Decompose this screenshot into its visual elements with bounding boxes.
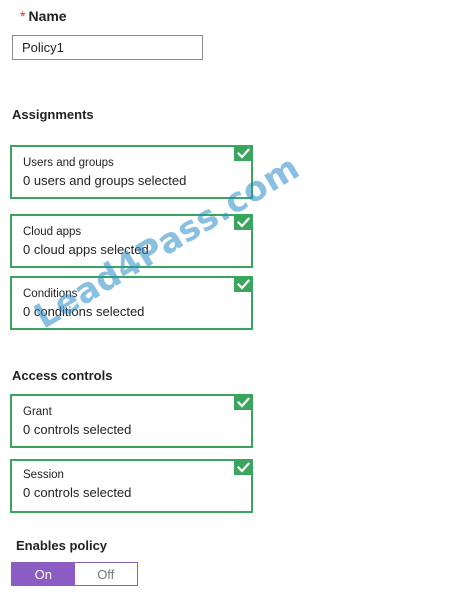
enable-policy-toggle[interactable]: On Off — [11, 562, 138, 586]
session-card[interactable]: Session 0 controls selected — [10, 459, 253, 513]
required-marker: * — [20, 8, 26, 24]
card-title: Conditions — [23, 288, 78, 300]
users-and-groups-card[interactable]: Users and groups 0 users and groups sele… — [10, 145, 253, 199]
toggle-off-option[interactable]: Off — [74, 563, 137, 585]
card-subtitle: 0 cloud apps selected — [23, 242, 149, 257]
card-subtitle: 0 controls selected — [23, 422, 132, 437]
card-title: Users and groups — [23, 157, 114, 169]
check-icon — [234, 276, 253, 292]
card-subtitle: 0 conditions selected — [23, 304, 145, 319]
card-title: Cloud apps — [23, 226, 82, 238]
name-label: * Name — [20, 8, 67, 24]
conditions-card[interactable]: Conditions 0 conditions selected — [10, 276, 253, 330]
check-icon — [234, 394, 253, 410]
card-subtitle: 0 users and groups selected — [23, 173, 187, 188]
name-label-text: Name — [28, 8, 67, 24]
check-icon — [234, 145, 253, 161]
card-title: Session — [23, 469, 64, 481]
check-icon — [234, 214, 253, 230]
assignments-heading: Assignments — [12, 107, 94, 122]
toggle-on-option[interactable]: On — [12, 563, 75, 585]
policy-name-input[interactable] — [12, 35, 203, 60]
access-controls-heading: Access controls — [12, 368, 113, 383]
check-icon — [234, 459, 253, 475]
conditional-access-policy-form: *Name Assignments Users and groups 0 use… — [0, 0, 463, 608]
card-title: Grant — [23, 406, 52, 418]
card-subtitle: 0 controls selected — [23, 485, 132, 500]
enable-policy-label: Enables policy — [16, 538, 108, 553]
grant-card[interactable]: Grant 0 controls selected — [10, 394, 253, 448]
cloud-apps-card[interactable]: Cloud apps 0 cloud apps selected — [10, 214, 253, 268]
